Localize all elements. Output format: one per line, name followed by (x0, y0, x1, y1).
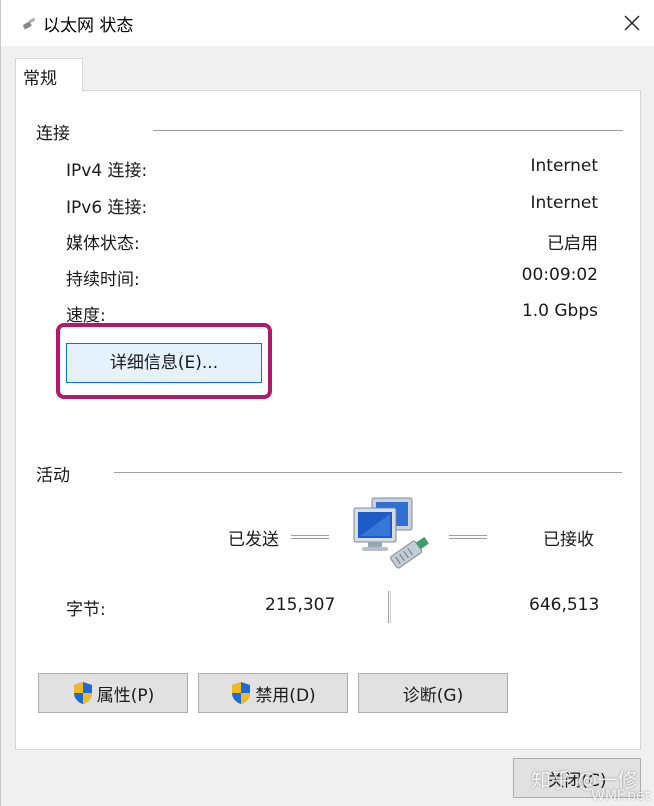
media-state-value: 已启用 (547, 234, 598, 254)
close-button[interactable]: 关闭(C) (513, 758, 641, 798)
bytes-label: 字节: (66, 600, 106, 620)
media-state-label: 媒体状态: (66, 234, 140, 254)
disable-button[interactable]: 禁用(D) (198, 673, 348, 713)
close-window-button[interactable] (609, 0, 654, 46)
duration-value: 00:09:02 (521, 265, 598, 285)
ipv6-label: IPv6 连接: (66, 198, 148, 218)
properties-button-label: 属性(P) (96, 685, 155, 706)
ipv4-label: IPv4 连接: (66, 161, 148, 181)
uac-shield-icon (73, 682, 92, 704)
sent-line (291, 535, 329, 539)
title-bar: 以太网 状态 (1, 0, 654, 46)
speed-value: 1.0 Gbps (521, 301, 598, 321)
diagnose-button-label: 诊断(G) (402, 685, 464, 706)
received-line (449, 535, 487, 539)
ipv6-value: Internet (530, 193, 598, 213)
close-icon (624, 15, 640, 31)
ipv4-value: Internet (530, 156, 598, 176)
diagnose-button[interactable]: 诊断(G) (358, 673, 508, 713)
received-label: 已接收 (543, 530, 594, 550)
activity-divider (114, 472, 622, 473)
ethernet-status-window: 以太网 状态 常规 连接 IPv4 连接: Internet IPv6 连接: … (0, 0, 654, 806)
bytes-received-value: 646,513 (529, 595, 600, 615)
uac-shield-icon (232, 682, 251, 704)
tab-general[interactable]: 常规 (15, 58, 83, 92)
properties-button[interactable]: 属性(P) (38, 673, 188, 713)
general-panel: 连接 IPv4 连接: Internet IPv6 连接: Internet 媒… (15, 90, 641, 750)
network-cable-icon (22, 17, 36, 30)
disable-button-label: 禁用(D) (255, 685, 316, 706)
bytes-sent-value: 215,307 (265, 595, 336, 615)
details-button[interactable]: 详细信息(E)... (66, 343, 262, 383)
network-computers-icon (353, 497, 429, 569)
connection-divider (153, 130, 623, 131)
duration-label: 持续时间: (66, 270, 140, 290)
window-title: 以太网 状态 (43, 16, 134, 36)
bytes-separator (388, 591, 391, 623)
activity-group-label: 活动 (36, 466, 70, 486)
connection-group-label: 连接 (36, 124, 70, 144)
sent-label: 已发送 (228, 530, 279, 550)
